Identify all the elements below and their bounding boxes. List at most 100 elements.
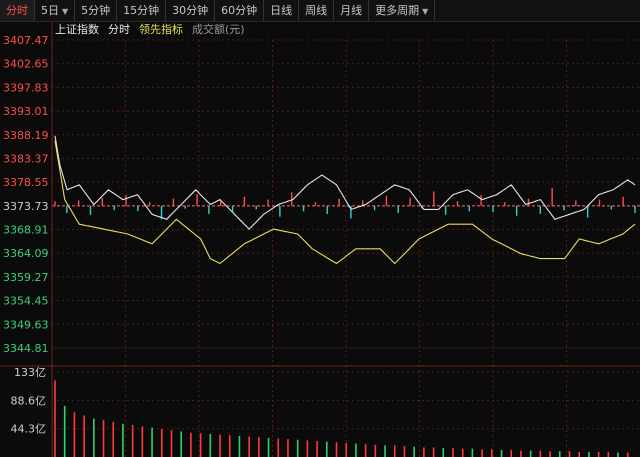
indicator-bar	[338, 198, 340, 206]
volume-bar	[510, 449, 513, 457]
volume-bar	[384, 445, 386, 457]
volume-bar	[248, 436, 250, 457]
volume-bar	[568, 451, 571, 457]
indicator-bar	[527, 198, 530, 206]
volume-bar	[607, 451, 610, 457]
volume-tick-label: 44.3亿	[11, 423, 47, 436]
volume-bar	[558, 451, 561, 457]
volume-bar	[209, 433, 212, 457]
price-tick-label: 3402.65	[3, 58, 49, 71]
volume-bar	[393, 445, 396, 457]
volume-bar	[491, 449, 493, 457]
price-tick-label: 3373.73	[3, 200, 49, 213]
indicator-bar	[302, 205, 305, 212]
price-tick-label: 3388.19	[3, 129, 49, 142]
indicator-bar	[54, 201, 56, 206]
indicator-bar	[148, 202, 151, 206]
price-tick-label: 3407.47	[3, 34, 49, 47]
indicator-bar	[468, 205, 470, 212]
volume-bar	[258, 437, 260, 457]
volume-bar	[374, 444, 377, 457]
volume-bar	[93, 418, 95, 457]
price-tick-label: 3354.45	[3, 295, 49, 308]
volume-bar	[471, 448, 474, 457]
volume-bar	[190, 432, 192, 457]
indicator-bar	[634, 205, 636, 214]
price-tick-label: 3344.81	[3, 342, 49, 355]
volume-bar	[170, 430, 173, 457]
indicator-bar	[480, 195, 482, 206]
price-tick-label: 3364.09	[3, 247, 49, 260]
indicator-bar	[77, 200, 80, 206]
indicator-bar	[433, 191, 435, 206]
volume-bar	[160, 428, 163, 457]
volume-tick-label: 133亿	[14, 366, 46, 379]
indicator-bar	[610, 205, 613, 210]
volume-bar	[442, 448, 445, 457]
indicator-bar	[125, 195, 127, 206]
indicator-bar	[385, 195, 388, 206]
indicator-bar	[622, 196, 624, 206]
volume-bar	[529, 450, 532, 457]
indicator-bar	[326, 205, 328, 214]
indicator-bar	[373, 205, 376, 211]
volume-bar	[112, 421, 115, 457]
indicator-bar	[515, 205, 518, 216]
indicator-bar	[539, 205, 542, 214]
indicator-bar	[279, 205, 281, 217]
indicator-bar	[208, 205, 210, 214]
volume-bar	[549, 451, 551, 457]
indicator-bar	[113, 205, 115, 211]
volume-bar	[151, 427, 153, 457]
volume-bar	[287, 439, 289, 457]
indicator-bar	[172, 198, 175, 206]
volume-bar	[597, 451, 600, 457]
indicator-bar	[243, 196, 246, 206]
volume-bar	[306, 440, 309, 457]
volume-bar	[452, 448, 454, 457]
indicator-bar	[137, 205, 139, 212]
volume-bar	[539, 450, 542, 457]
volume-bar	[423, 447, 425, 457]
volume-bar	[316, 441, 318, 457]
volume-bar	[73, 412, 76, 457]
indicator-bar	[220, 201, 222, 206]
volume-bar	[345, 442, 348, 457]
volume-bar	[296, 439, 299, 457]
indicator-bar	[314, 202, 317, 206]
price-tick-label: 3359.27	[3, 271, 49, 284]
indicator-bar	[267, 199, 269, 206]
volume-bar	[588, 451, 590, 457]
indicator-bar	[255, 205, 257, 210]
indicator-bar	[504, 202, 506, 206]
price-tick-label: 3393.01	[3, 105, 49, 118]
indicator-bar	[444, 205, 447, 215]
indicator-bar	[101, 197, 104, 206]
volume-bar	[54, 380, 56, 457]
indicator-bar	[492, 205, 494, 213]
leading-indicator-line	[54, 140, 636, 265]
app-window: 分时 5日 ▼ 5分钟 15分钟 30分钟 60分钟 日线 周线 月线 更多周期 ▼ 上证指数 分时 …	[0, 0, 640, 457]
price-tick-label: 3349.63	[3, 318, 49, 331]
indicator-bar	[563, 205, 565, 211]
volume-bar	[267, 437, 270, 457]
indicator-bar	[575, 200, 577, 206]
volume-bar	[500, 449, 503, 457]
indicator-bar	[291, 192, 293, 206]
indicator-bar	[397, 205, 399, 214]
indicator-bar	[551, 187, 553, 206]
volume-bar	[219, 434, 221, 457]
volume-bar	[432, 447, 435, 457]
volume-tick-label: 88.6亿	[11, 394, 47, 407]
volume-bar	[481, 449, 483, 457]
volume-bar	[413, 446, 415, 457]
volume-bar	[131, 425, 134, 457]
volume-bar	[617, 452, 619, 457]
intraday-chart[interactable]: 3407.47 3402.65 3397.83 3393.01 3388.19 3383.…	[0, 0, 640, 457]
volume-bar	[461, 448, 464, 457]
indicator-bar	[66, 205, 68, 214]
volume-bar	[102, 419, 105, 457]
indicator-bar	[196, 194, 198, 206]
volume-bar	[83, 415, 85, 457]
volume-bar	[277, 438, 280, 457]
